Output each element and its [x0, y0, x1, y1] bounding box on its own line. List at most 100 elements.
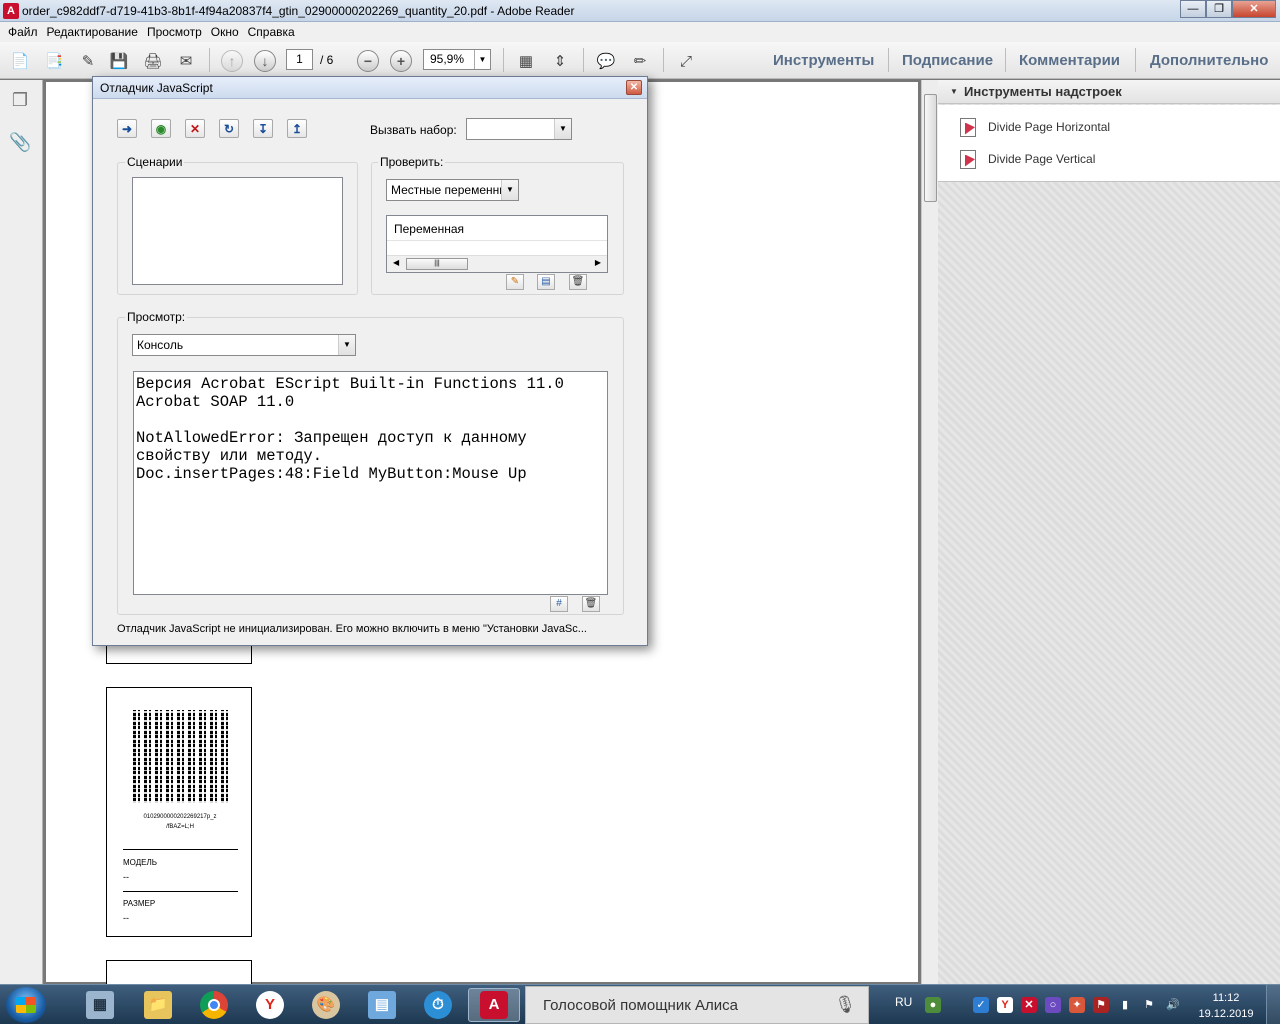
- menu-help[interactable]: Справка: [246, 25, 302, 39]
- menu-bar: Файл Редактирование Просмотр Окно Справк…: [0, 22, 1280, 42]
- inspect-variable-icon[interactable]: ▤: [537, 274, 555, 290]
- variable-column-header[interactable]: Переменная: [387, 216, 607, 241]
- alert-tray-icon[interactable]: ⚑: [1093, 997, 1109, 1013]
- resume-icon[interactable]: ➜: [117, 119, 137, 138]
- chevron-down-icon[interactable]: ▼: [338, 335, 355, 355]
- minimize-button[interactable]: —: [1180, 0, 1206, 18]
- toolbar-separator: [209, 48, 210, 72]
- taskbar: ▦ 📁 Y 🎨 ▤ ⏱ A Голосовой помощник Алиса 🎙…: [0, 984, 1280, 1024]
- zoom-out-icon[interactable]: −: [357, 50, 379, 72]
- sign-link[interactable]: Подписание: [902, 52, 993, 69]
- attachment-icon[interactable]: 📎: [9, 132, 31, 154]
- print-icon[interactable]: 🖨: [142, 51, 164, 71]
- chrome-icon: [200, 991, 228, 1019]
- more-link[interactable]: Дополнительно: [1150, 52, 1268, 69]
- chevron-down-icon[interactable]: ▼: [501, 180, 518, 200]
- edit-icon[interactable]: ✎: [77, 51, 99, 71]
- save-icon[interactable]: 💾: [108, 51, 130, 71]
- flash-tray-icon[interactable]: ✦: [1069, 997, 1085, 1013]
- scroll-thumb[interactable]: [924, 94, 937, 202]
- dialog-close-button[interactable]: ✕: [626, 80, 642, 95]
- create-pdf-icon[interactable]: 📄: [9, 51, 31, 71]
- vertical-scrollbar[interactable]: [921, 80, 938, 984]
- inspect-combo[interactable]: Местные переменные ▼: [386, 179, 519, 201]
- call-set-label: Вызвать набор:: [370, 123, 457, 137]
- addon-tools-header[interactable]: ▼ Инструменты надстроек: [938, 80, 1280, 104]
- dialog-title: Отладчик JavaScript: [100, 81, 213, 95]
- call-set-combo[interactable]: ▼: [466, 118, 572, 140]
- microphone-muted-icon[interactable]: 🎙: [834, 995, 856, 1015]
- action-center-icon[interactable]: ⚑: [1141, 997, 1157, 1013]
- scripts-listbox[interactable]: [132, 177, 343, 285]
- variables-list[interactable]: Переменная ◀ ||| ▶: [386, 215, 608, 273]
- page-number-input[interactable]: 1: [286, 49, 313, 70]
- tool-divide-horizontal[interactable]: Divide Page Horizontal: [960, 117, 1110, 137]
- combine-icon[interactable]: 📑: [43, 51, 65, 71]
- taskbar-paint[interactable]: 🎨: [300, 988, 352, 1022]
- menu-window[interactable]: Окно: [209, 25, 246, 39]
- tools-link[interactable]: Инструменты: [773, 52, 874, 69]
- full-screen-icon[interactable]: ⤢: [675, 51, 697, 71]
- chrome-tray-icon[interactable]: ●: [925, 997, 941, 1013]
- console-output[interactable]: Версия Acrobat EScript Built-in Function…: [133, 371, 608, 595]
- toolbar-separator: [583, 48, 584, 72]
- network-signal-icon[interactable]: ▮: [1117, 997, 1133, 1013]
- step-into-icon[interactable]: ↧: [253, 119, 273, 138]
- messenger-tray-icon[interactable]: ○: [1045, 997, 1061, 1013]
- menu-file[interactable]: Файл: [6, 25, 45, 39]
- menu-view[interactable]: Просмотр: [145, 25, 209, 39]
- label-card-next: [106, 960, 252, 984]
- taskbar-timer[interactable]: ⏱: [412, 988, 464, 1022]
- show-desktop-button[interactable]: [1266, 985, 1280, 1024]
- close-tray-icon[interactable]: ✕: [1021, 997, 1037, 1013]
- collapse-triangle-icon[interactable]: ▼: [950, 80, 958, 104]
- previous-page-icon[interactable]: ↑: [221, 50, 243, 72]
- highlight-icon[interactable]: ✏: [629, 51, 651, 71]
- taskbar-adobe-reader[interactable]: A: [468, 988, 520, 1022]
- view-label: Просмотр:: [125, 310, 188, 324]
- step-over-icon[interactable]: ↻: [219, 119, 239, 138]
- taskbar-calculator[interactable]: ▦: [74, 988, 126, 1022]
- taskbar-network[interactable]: ▤: [356, 988, 408, 1022]
- fit-page-icon[interactable]: ▦: [515, 51, 537, 71]
- taskbar-yandex[interactable]: Y: [244, 988, 296, 1022]
- scroll-thumb[interactable]: |||: [406, 258, 468, 270]
- network-icon: ▤: [368, 991, 396, 1019]
- taskbar-chrome[interactable]: [188, 988, 240, 1022]
- quit-icon[interactable]: ✕: [185, 119, 205, 138]
- paint-icon: 🎨: [312, 991, 340, 1019]
- tool-divide-vertical[interactable]: Divide Page Vertical: [960, 149, 1095, 169]
- shield-icon[interactable]: ✓: [973, 997, 989, 1013]
- clear-console-icon[interactable]: #: [550, 596, 568, 612]
- zoom-combo[interactable]: 95,9% ▼: [423, 49, 491, 70]
- fit-width-icon[interactable]: ⇕: [549, 51, 571, 71]
- close-button[interactable]: ✕: [1232, 0, 1276, 18]
- chevron-down-icon[interactable]: ▼: [474, 50, 490, 69]
- tool-label: Divide Page Vertical: [988, 152, 1096, 166]
- horizontal-scrollbar[interactable]: ◀ ||| ▶: [387, 255, 607, 272]
- email-icon[interactable]: ✉: [175, 51, 197, 71]
- view-combo[interactable]: Консоль ▼: [132, 334, 356, 356]
- maximize-button[interactable]: ❐: [1206, 0, 1232, 18]
- alice-voice-assistant[interactable]: Голосовой помощник Алиса 🎙: [525, 986, 869, 1024]
- interrupt-icon[interactable]: ◉: [151, 119, 171, 138]
- comment-icon[interactable]: 💬: [595, 51, 617, 71]
- comments-link[interactable]: Комментарии: [1019, 52, 1120, 69]
- volume-icon[interactable]: 🔊: [1165, 997, 1181, 1013]
- pages-icon[interactable]: ❐: [9, 90, 31, 112]
- console-line: Doc.insertPages:48:Field MyButton:Mouse …: [136, 465, 527, 483]
- clock[interactable]: 11:12 19.12.2019: [1196, 990, 1256, 1022]
- chevron-down-icon[interactable]: ▼: [554, 119, 571, 139]
- delete-variable-icon[interactable]: 🗑: [569, 274, 587, 290]
- delete-console-icon[interactable]: 🗑: [582, 596, 600, 612]
- language-indicator[interactable]: RU: [895, 995, 912, 1009]
- zoom-in-icon[interactable]: +: [390, 50, 412, 72]
- step-out-icon[interactable]: ↥: [287, 119, 307, 138]
- scroll-left-icon[interactable]: ◀: [393, 258, 399, 267]
- menu-edit[interactable]: Редактирование: [45, 25, 145, 39]
- next-page-icon[interactable]: ↓: [254, 50, 276, 72]
- scroll-right-icon[interactable]: ▶: [595, 258, 601, 267]
- yandex-tray-icon[interactable]: Y: [997, 997, 1013, 1013]
- taskbar-explorer[interactable]: 📁: [132, 988, 184, 1022]
- edit-variable-icon[interactable]: ✎: [506, 274, 524, 290]
